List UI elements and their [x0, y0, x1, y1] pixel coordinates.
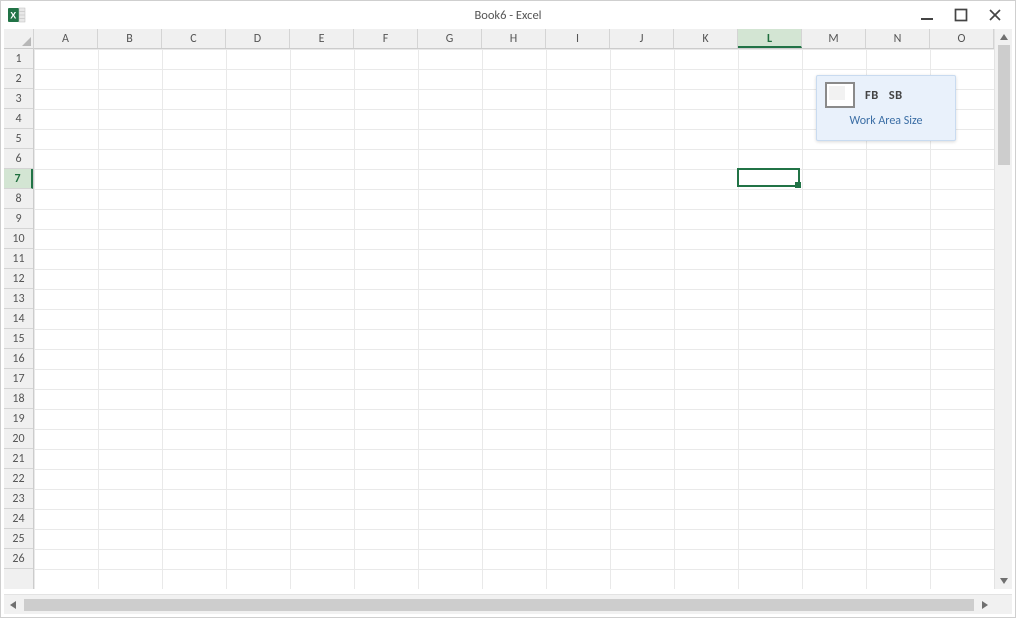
- column-header-B[interactable]: B: [98, 29, 162, 48]
- row-headers: 1234567891011121314151617181920212223242…: [4, 49, 34, 589]
- column-header-L[interactable]: L: [738, 29, 802, 48]
- column-header-I[interactable]: I: [546, 29, 610, 48]
- row-header-1[interactable]: 1: [4, 49, 33, 69]
- row-header-14[interactable]: 14: [4, 309, 33, 329]
- vertical-scrollbar[interactable]: [994, 29, 1012, 589]
- close-button[interactable]: [985, 5, 1005, 25]
- excel-window: X Book6 - Excel ABCDEFGHIJKLMNO 12345678…: [0, 0, 1016, 618]
- scroll-up-icon[interactable]: [996, 29, 1012, 45]
- row-header-3[interactable]: 3: [4, 89, 33, 109]
- row-header-4[interactable]: 4: [4, 109, 33, 129]
- row-header-16[interactable]: 16: [4, 349, 33, 369]
- row-header-5[interactable]: 5: [4, 129, 33, 149]
- frame-icon[interactable]: [825, 82, 855, 108]
- hscroll-thumb[interactable]: [24, 599, 974, 611]
- row-header-24[interactable]: 24: [4, 509, 33, 529]
- spreadsheet-area: ABCDEFGHIJKLMNO 123456789101112131415161…: [4, 29, 1012, 589]
- scroll-left-icon[interactable]: [4, 595, 22, 615]
- column-header-G[interactable]: G: [418, 29, 482, 48]
- row-header-17[interactable]: 17: [4, 369, 33, 389]
- column-header-A[interactable]: A: [34, 29, 98, 48]
- vscroll-thumb[interactable]: [998, 45, 1010, 165]
- hscroll-track[interactable]: [22, 595, 976, 615]
- row-header-20[interactable]: 20: [4, 429, 33, 449]
- column-header-N[interactable]: N: [866, 29, 930, 48]
- widget-caption: Work Area Size: [817, 110, 955, 134]
- window-title: Book6 - Excel: [474, 8, 541, 23]
- vscroll-track[interactable]: [995, 45, 1013, 573]
- column-header-J[interactable]: J: [610, 29, 674, 48]
- column-headers: ABCDEFGHIJKLMNO: [34, 29, 994, 49]
- window-controls: [917, 1, 1011, 29]
- cell-grid[interactable]: FB SB Work Area Size: [34, 49, 994, 589]
- column-header-M[interactable]: M: [802, 29, 866, 48]
- row-header-13[interactable]: 13: [4, 289, 33, 309]
- scroll-right-icon[interactable]: [976, 595, 994, 615]
- row-header-25[interactable]: 25: [4, 529, 33, 549]
- row-header-19[interactable]: 19: [4, 409, 33, 429]
- fill-handle[interactable]: [795, 182, 801, 188]
- excel-icon: X: [7, 5, 27, 25]
- row-header-15[interactable]: 15: [4, 329, 33, 349]
- row-header-23[interactable]: 23: [4, 489, 33, 509]
- column-header-H[interactable]: H: [482, 29, 546, 48]
- row-header-18[interactable]: 18: [4, 389, 33, 409]
- titlebar: X Book6 - Excel: [1, 1, 1015, 29]
- work-area-size-widget[interactable]: FB SB Work Area Size: [816, 75, 956, 141]
- active-cell[interactable]: [737, 168, 800, 187]
- column-header-C[interactable]: C: [162, 29, 226, 48]
- minimize-button[interactable]: [917, 5, 937, 25]
- column-header-O[interactable]: O: [930, 29, 994, 48]
- row-header-21[interactable]: 21: [4, 449, 33, 469]
- column-header-E[interactable]: E: [290, 29, 354, 48]
- scroll-down-icon[interactable]: [996, 573, 1012, 589]
- column-header-F[interactable]: F: [354, 29, 418, 48]
- row-header-9[interactable]: 9: [4, 209, 33, 229]
- row-header-22[interactable]: 22: [4, 469, 33, 489]
- row-header-12[interactable]: 12: [4, 269, 33, 289]
- row-header-10[interactable]: 10: [4, 229, 33, 249]
- row-header-8[interactable]: 8: [4, 189, 33, 209]
- row-header-6[interactable]: 6: [4, 149, 33, 169]
- row-header-2[interactable]: 2: [4, 69, 33, 89]
- column-header-D[interactable]: D: [226, 29, 290, 48]
- resize-grip[interactable]: [994, 595, 1012, 615]
- column-header-K[interactable]: K: [674, 29, 738, 48]
- sb-button[interactable]: SB: [889, 88, 903, 103]
- fb-button[interactable]: FB: [865, 88, 879, 103]
- horizontal-scrollbar[interactable]: [4, 594, 1012, 614]
- svg-text:X: X: [10, 11, 16, 21]
- row-header-26[interactable]: 26: [4, 549, 33, 569]
- grid-inner: ABCDEFGHIJKLMNO 123456789101112131415161…: [4, 29, 994, 589]
- select-all-corner[interactable]: [4, 29, 34, 49]
- row-header-11[interactable]: 11: [4, 249, 33, 269]
- widget-buttons: FB SB: [817, 76, 955, 110]
- maximize-button[interactable]: [951, 5, 971, 25]
- row-header-7[interactable]: 7: [4, 169, 33, 189]
